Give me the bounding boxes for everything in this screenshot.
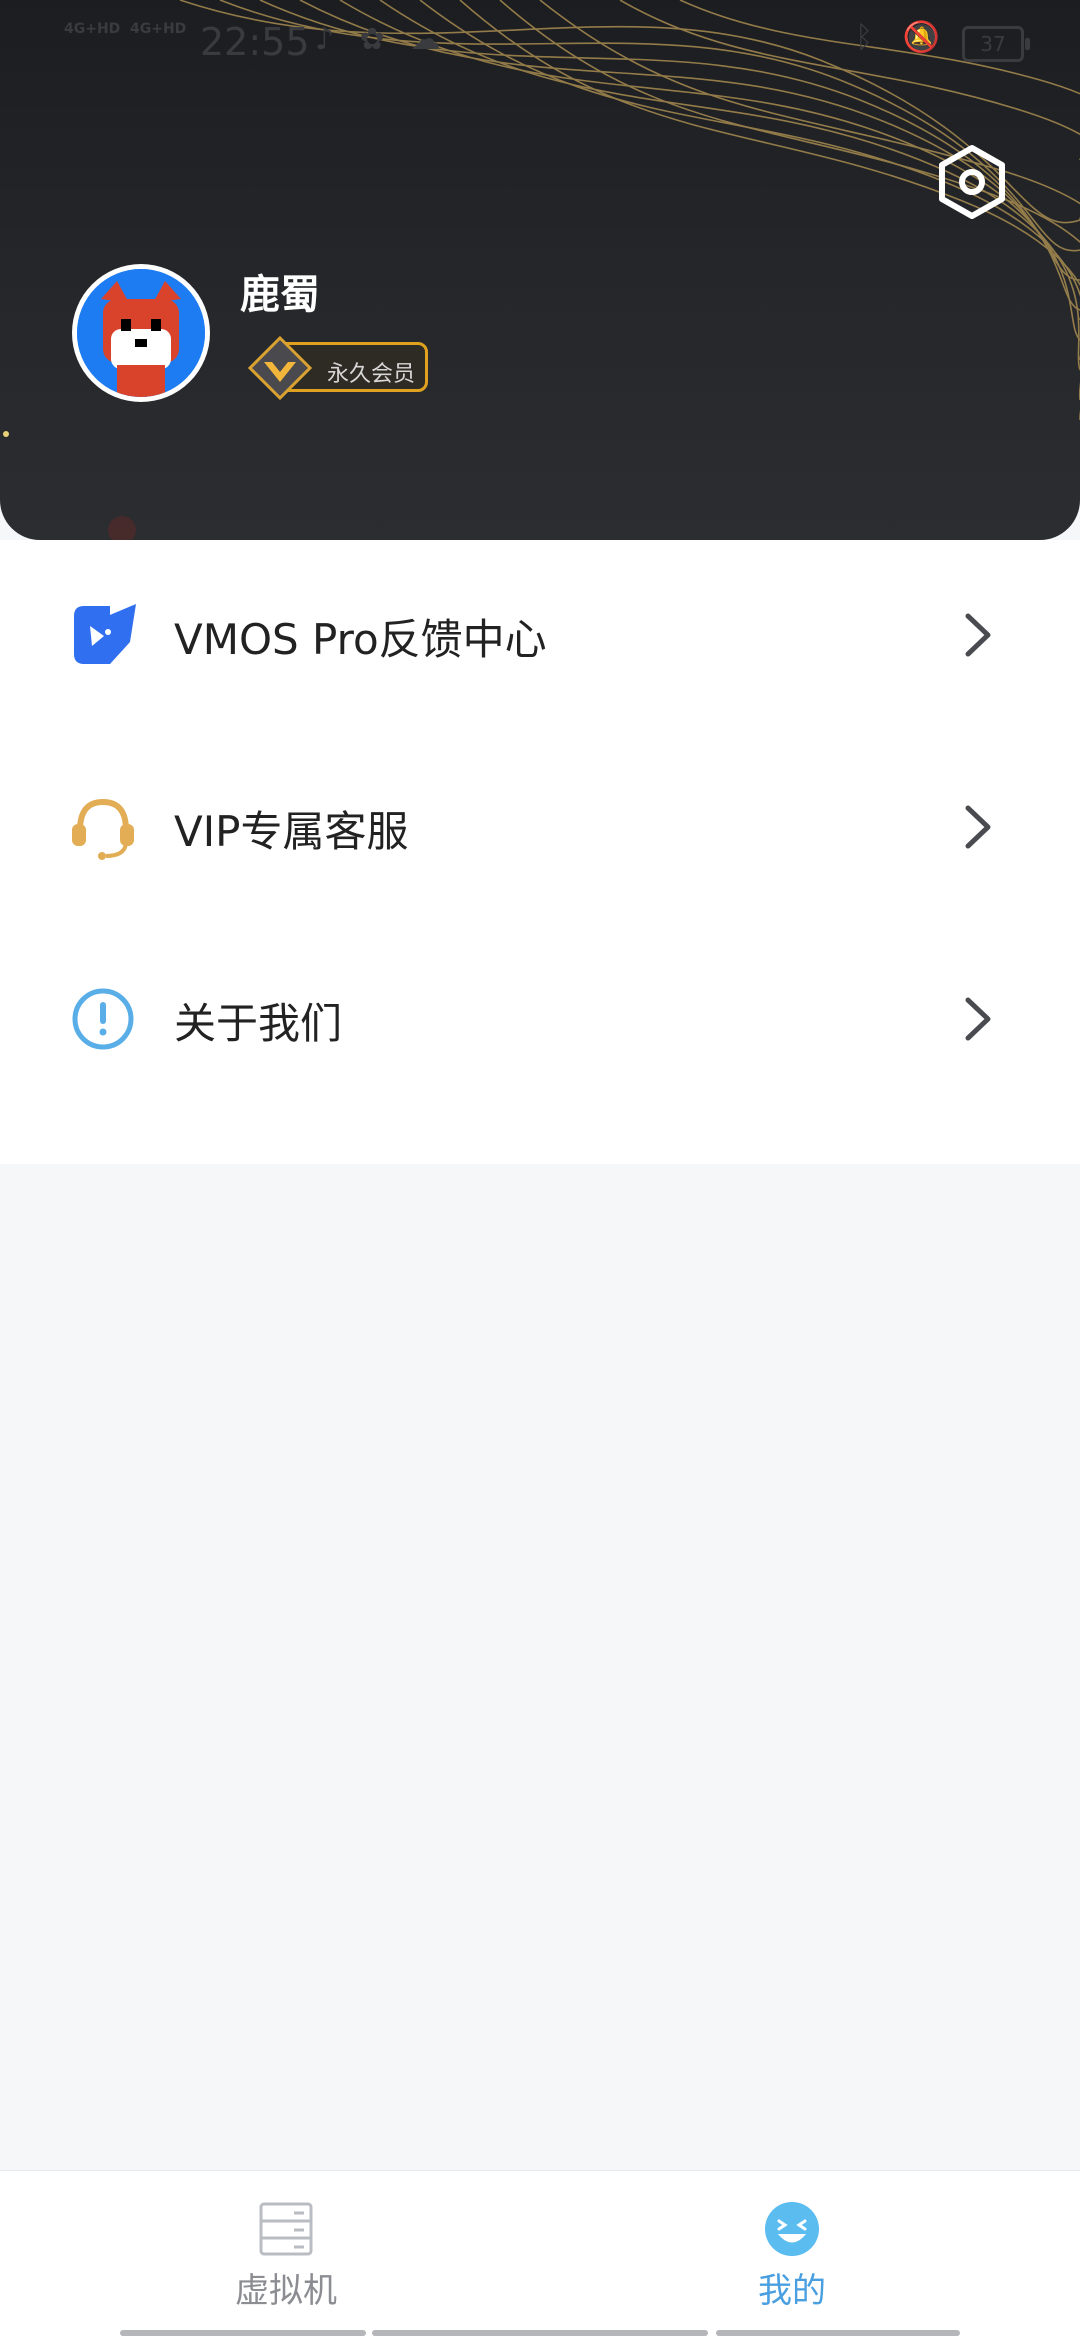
gesture-bar-center bbox=[372, 2330, 708, 2336]
gesture-bar-left bbox=[120, 2330, 366, 2336]
notification-icons: ♪ ✿ ☁ bbox=[315, 22, 449, 57]
bluetooth-mute-icons: ᛒ 🔕 bbox=[855, 20, 950, 55]
tab-mine[interactable]: 我的 bbox=[642, 2171, 942, 2321]
menu-item-label: VIP专属客服 bbox=[174, 807, 409, 856]
feedback-rabbit-icon bbox=[74, 604, 136, 664]
menu-item-vip-service[interactable]: VIP专属客服 bbox=[0, 732, 1080, 922]
vip-diamond-icon bbox=[248, 336, 312, 400]
profile-header: 4G+HD 4G+HD 22:55 ♪ ✿ ☁ ᛒ 🔕 37 鹿蜀 永久会员 bbox=[0, 0, 1080, 540]
tab-label: 虚拟机 bbox=[235, 2271, 337, 2311]
avatar-fox-image bbox=[77, 269, 205, 397]
menu-item-label: 关于我们 bbox=[174, 999, 343, 1048]
headset-icon bbox=[72, 798, 134, 860]
membership-label: 永久会员 bbox=[327, 362, 416, 387]
chevron-right-icon bbox=[965, 613, 991, 657]
menu-item-feedback[interactable]: VMOS Pro反馈中心 bbox=[0, 540, 1080, 730]
avatar[interactable] bbox=[72, 264, 210, 402]
signal-indicator-2: 4G+HD bbox=[130, 21, 187, 37]
info-exclamation-icon bbox=[72, 988, 134, 1050]
bottom-tab-bar: 虚拟机 我的 bbox=[0, 2170, 1080, 2341]
menu-item-about[interactable]: 关于我们 bbox=[0, 924, 1080, 1114]
chevron-right-icon bbox=[965, 805, 991, 849]
signal-indicator-1: 4G+HD bbox=[64, 21, 121, 37]
smiley-face-icon bbox=[765, 2202, 819, 2256]
status-bar: 4G+HD 4G+HD 22:55 ♪ ✿ ☁ ᛒ 🔕 37 bbox=[0, 0, 1080, 80]
menu-item-label: VMOS Pro反馈中心 bbox=[174, 615, 547, 664]
menu-list: VMOS Pro反馈中心 VIP专属客服 关于我们 bbox=[0, 540, 1080, 1164]
membership-badge: 永久会员 bbox=[248, 336, 430, 400]
status-time: 22:55 bbox=[200, 20, 310, 64]
gesture-bar-right bbox=[716, 2330, 960, 2336]
tab-virtual-machine[interactable]: 虚拟机 bbox=[136, 2171, 436, 2321]
server-rack-icon bbox=[259, 2202, 313, 2256]
battery-indicator: 37 bbox=[962, 26, 1030, 62]
username: 鹿蜀 bbox=[240, 272, 320, 318]
settings-button[interactable] bbox=[934, 144, 1010, 220]
chevron-right-icon bbox=[965, 997, 991, 1041]
settings-hexagon-icon bbox=[939, 145, 1005, 219]
tab-label: 我的 bbox=[758, 2271, 826, 2311]
